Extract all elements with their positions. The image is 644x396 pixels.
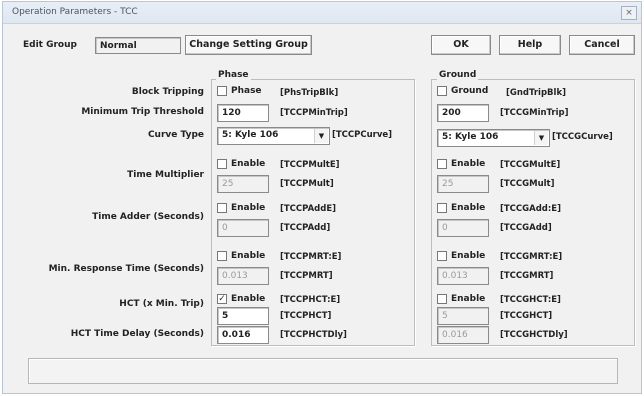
- change-setting-group-button[interactable]: Change Setting Group: [185, 35, 312, 55]
- checkbox-box[interactable]: [437, 203, 447, 213]
- ground-mult-enable-checkbox[interactable]: Enable: [437, 159, 485, 169]
- curve-type-label: Curve Type: [147, 130, 204, 140]
- checkbox-box[interactable]: [217, 86, 227, 96]
- title-bar: Operation Parameters - TCC ×: [3, 2, 641, 24]
- close-icon[interactable]: ×: [621, 6, 637, 20]
- phase-min-trip-tag: [TCCPMinTrip]: [280, 108, 348, 118]
- phase-group-title: Phase: [216, 70, 251, 80]
- checkbox-box[interactable]: [217, 203, 227, 213]
- phase-hct-enable-tag: [TCCPHCT:E]: [280, 295, 341, 305]
- hct-delay-label: HCT Time Delay (Seconds): [70, 329, 204, 339]
- phase-adder-enable-tag: [TCCPAddE]: [280, 204, 337, 214]
- operation-parameters-window: Operation Parameters - TCC × Edit Group …: [2, 1, 642, 394]
- ground-hct-delay-tag: [TCCGHCTDly]: [500, 330, 568, 340]
- ground-curve-select[interactable]: 5: Kyle 106 ▼: [437, 129, 550, 147]
- edit-group-label: Edit Group: [23, 40, 77, 50]
- edit-group-field: Normal: [95, 37, 181, 54]
- phase-min-trip-input[interactable]: 120: [217, 104, 269, 122]
- ground-hct-input[interactable]: 5: [437, 307, 489, 325]
- ground-block-tag: [GndTripBlk]: [506, 88, 566, 98]
- phase-curve-tag: [TCCPCurve]: [332, 130, 393, 140]
- checkbox-label: Phase: [231, 86, 262, 96]
- checkbox-box[interactable]: [437, 159, 447, 169]
- checkbox-box[interactable]: [217, 159, 227, 169]
- checkbox-label: Enable: [451, 203, 486, 213]
- ground-adder-tag: [TCCGAdd]: [500, 223, 552, 233]
- phase-mrt-tag: [TCCPMRT]: [280, 271, 333, 281]
- phase-mult-enable-tag: [TCCPMultE]: [280, 160, 340, 170]
- ground-adder-enable-tag: [TCCGAdd:E]: [500, 204, 561, 214]
- ground-min-trip-input[interactable]: 200: [437, 104, 489, 122]
- ground-hct-enable-checkbox[interactable]: Enable: [437, 294, 485, 304]
- chevron-down-icon[interactable]: ▼: [314, 129, 328, 143]
- ground-mrt-enable-tag: [TCCGMRT:E]: [500, 252, 563, 262]
- ground-adder-input[interactable]: 0: [437, 219, 489, 237]
- cancel-button[interactable]: Cancel: [569, 35, 635, 55]
- phase-curve-select[interactable]: 5: Kyle 106 ▼: [217, 127, 330, 145]
- phase-adder-input[interactable]: 0: [217, 219, 269, 237]
- status-bar: [28, 358, 618, 384]
- min-response-label: Min. Response Time (Seconds): [48, 264, 204, 274]
- ok-button[interactable]: OK: [431, 35, 491, 55]
- ground-mrt-input[interactable]: 0.013: [437, 267, 489, 285]
- checkbox-label: Enable: [231, 294, 266, 304]
- ground-mrt-tag: [TCCGMRT]: [500, 271, 554, 281]
- ground-mult-enable-tag: [TCCGMultE]: [500, 160, 561, 170]
- phase-mult-tag: [TCCPMult]: [280, 179, 334, 189]
- checkbox-label: Enable: [231, 251, 266, 261]
- ground-curve-tag: [TCCGCurve]: [552, 132, 613, 142]
- time-adder-label: Time Adder (Seconds): [92, 212, 204, 222]
- checkbox-label: Ground: [451, 86, 489, 96]
- phase-block-checkbox[interactable]: Phase: [217, 86, 262, 96]
- ground-hct-enable-tag: [TCCGHCT:E]: [500, 295, 561, 305]
- phase-mult-enable-checkbox[interactable]: Enable: [217, 159, 265, 169]
- chevron-down-icon[interactable]: ▼: [534, 131, 548, 145]
- checkbox-label: Enable: [451, 294, 486, 304]
- checkbox-box[interactable]: [437, 294, 447, 304]
- check-icon[interactable]: ✓: [217, 294, 227, 304]
- min-trip-label: Minimum Trip Threshold: [81, 107, 204, 117]
- select-value: 5: Kyle 106: [442, 132, 499, 142]
- phase-mrt-enable-tag: [TCCPMRT:E]: [280, 252, 342, 262]
- phase-mrt-input[interactable]: 0.013: [217, 267, 269, 285]
- block-tripping-label: Block Tripping: [131, 87, 204, 97]
- ground-mult-tag: [TCCGMult]: [500, 179, 555, 189]
- window-title: Operation Parameters - TCC: [12, 7, 138, 17]
- ground-mult-input[interactable]: 25: [437, 175, 489, 193]
- ground-min-trip-tag: [TCCGMinTrip]: [500, 108, 569, 118]
- help-button[interactable]: Help: [499, 35, 561, 55]
- ground-group-title: Ground: [437, 70, 479, 80]
- hct-label: HCT (x Min. Trip): [119, 299, 204, 309]
- ground-adder-enable-checkbox[interactable]: Enable: [437, 203, 485, 213]
- phase-hct-input[interactable]: 5: [217, 307, 269, 325]
- checkbox-label: Enable: [231, 159, 266, 169]
- phase-hct-delay-tag: [TCCPHCTDly]: [280, 330, 347, 340]
- checkbox-box[interactable]: [437, 86, 447, 96]
- ground-hct-tag: [TCCGHCT]: [500, 311, 553, 321]
- phase-adder-tag: [TCCPAdd]: [280, 223, 331, 233]
- phase-hct-tag: [TCCPHCT]: [280, 311, 332, 321]
- ground-hct-delay-input[interactable]: 0.016: [437, 326, 489, 344]
- checkbox-box[interactable]: [217, 251, 227, 261]
- phase-hct-delay-input[interactable]: 0.016: [217, 326, 269, 344]
- phase-adder-enable-checkbox[interactable]: Enable: [217, 203, 265, 213]
- checkbox-label: Enable: [451, 159, 486, 169]
- phase-block-tag: [PhsTripBlk]: [280, 88, 339, 98]
- checkbox-label: Enable: [451, 251, 486, 261]
- phase-mrt-enable-checkbox[interactable]: Enable: [217, 251, 265, 261]
- checkbox-label: Enable: [231, 203, 266, 213]
- phase-hct-enable-checkbox[interactable]: ✓ Enable: [217, 294, 265, 304]
- phase-mult-input[interactable]: 25: [217, 175, 269, 193]
- ground-mrt-enable-checkbox[interactable]: Enable: [437, 251, 485, 261]
- time-multiplier-label: Time Multiplier: [127, 170, 204, 180]
- select-value: 5: Kyle 106: [222, 130, 279, 140]
- checkbox-box[interactable]: [437, 251, 447, 261]
- ground-block-checkbox[interactable]: Ground: [437, 86, 488, 96]
